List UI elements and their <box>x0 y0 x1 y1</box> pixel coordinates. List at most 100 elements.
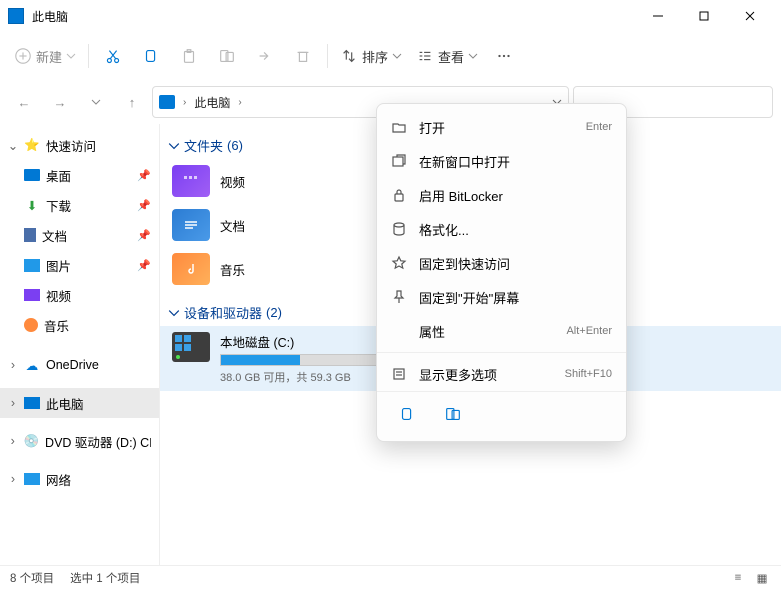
ctx-shortcut: Shift+F10 <box>565 368 612 380</box>
titlebar: 此电脑 <box>0 0 781 32</box>
new-button[interactable]: 新建 <box>8 38 82 74</box>
ctx-label: 固定到快速访问 <box>419 254 510 273</box>
ctx-label: 格式化... <box>419 220 469 239</box>
video-folder-icon <box>172 165 210 197</box>
more-button[interactable] <box>486 38 522 74</box>
pin-icon <box>391 289 407 305</box>
section-label: 文件夹 <box>184 136 223 155</box>
sidebar-item-documents[interactable]: 文档 📌 <box>0 220 159 250</box>
ctx-bitlocker[interactable]: 启用 BitLocker <box>377 178 626 212</box>
sort-button[interactable]: 排序 <box>334 38 408 74</box>
disc-icon: 💿 <box>23 433 39 449</box>
sidebar-network[interactable]: › 网络 <box>0 464 159 494</box>
status-item-count: 8 个项目 <box>10 570 54 586</box>
ctx-label: 打开 <box>419 118 445 137</box>
docs-folder-icon <box>172 209 210 241</box>
more-icon <box>391 366 407 382</box>
recent-button[interactable] <box>80 86 112 118</box>
sidebar-item-label: 网络 <box>46 470 71 489</box>
status-selected: 选中 1 个项目 <box>70 570 140 586</box>
ctx-label: 固定到"开始"屏幕 <box>419 288 519 307</box>
delete-button[interactable] <box>285 38 321 74</box>
open-icon <box>391 119 407 135</box>
sidebar-quick-access[interactable]: ⌄ ⭐ 快速访问 <box>0 130 159 160</box>
chevron-down-icon <box>168 140 180 152</box>
view-button[interactable]: 查看 <box>410 38 484 74</box>
sidebar-dvd[interactable]: › 💿 DVD 驱动器 (D:) CF <box>0 426 159 456</box>
view-label: 查看 <box>438 47 464 66</box>
minimize-button[interactable] <box>635 0 681 32</box>
back-button[interactable]: ← <box>8 86 40 118</box>
pin-icon: 📌 <box>137 259 151 272</box>
toolbar: 新建 排序 查看 <box>0 32 781 80</box>
paste-button[interactable] <box>171 38 207 74</box>
sidebar-thispc[interactable]: › 此电脑 <box>0 388 159 418</box>
pc-icon <box>159 95 175 109</box>
copy-button[interactable] <box>133 38 169 74</box>
drive-name: 本地磁盘 (C:) <box>220 332 380 351</box>
folder-label: 音乐 <box>220 260 245 279</box>
view-details-button[interactable]: ≡ <box>729 569 747 587</box>
sidebar: ⌄ ⭐ 快速访问 桌面 📌 ⬇ 下载 📌 文档 📌 图片 📌 <box>0 124 160 565</box>
sidebar-item-label: 图片 <box>46 256 71 275</box>
window-title: 此电脑 <box>32 8 635 25</box>
drive-free-text: 38.0 GB 可用，共 59.3 GB <box>220 369 380 385</box>
maximize-button[interactable] <box>681 0 727 32</box>
ctx-separator <box>377 352 626 353</box>
chevron-right-icon: › <box>8 472 18 486</box>
ctx-footer-paste[interactable] <box>437 398 469 430</box>
ctx-footer <box>377 391 626 435</box>
pin-icon: 📌 <box>137 199 151 212</box>
breadcrumb-root[interactable]: 此电脑 <box>194 94 230 111</box>
sort-label: 排序 <box>362 47 388 66</box>
sidebar-item-downloads[interactable]: ⬇ 下载 📌 <box>0 190 159 220</box>
ctx-shortcut: Enter <box>586 121 612 133</box>
section-count: (6) <box>227 138 243 153</box>
ctx-pin-quick[interactable]: 固定到快速访问 <box>377 246 626 280</box>
ctx-open[interactable]: 打开 Enter <box>377 110 626 144</box>
chevron-down-icon <box>168 307 180 319</box>
format-icon <box>391 221 407 237</box>
newwindow-icon <box>391 153 407 169</box>
desktop-icon <box>24 169 40 181</box>
context-menu: 打开 Enter 在新窗口中打开 启用 BitLocker 格式化... 固定到… <box>376 103 627 442</box>
sidebar-item-music[interactable]: 音乐 <box>0 310 159 340</box>
ctx-show-more[interactable]: 显示更多选项 Shift+F10 <box>377 357 626 391</box>
sidebar-onedrive[interactable]: › ☁ OneDrive <box>0 350 159 380</box>
sidebar-item-label: 快速访问 <box>46 136 96 155</box>
sidebar-item-label: DVD 驱动器 (D:) CF <box>45 432 151 451</box>
ctx-properties[interactable]: 属性 Alt+Enter <box>377 314 626 348</box>
properties-icon <box>391 323 407 339</box>
pin-icon: 📌 <box>137 169 151 182</box>
share-button[interactable] <box>247 38 283 74</box>
ctx-open-new-window[interactable]: 在新窗口中打开 <box>377 144 626 178</box>
star-icon: ⭐ <box>24 137 40 153</box>
sidebar-item-label: 视频 <box>46 286 71 305</box>
rename-button[interactable] <box>209 38 245 74</box>
folder-label: 文档 <box>220 216 245 235</box>
network-icon <box>24 473 40 485</box>
cloud-icon: ☁ <box>24 357 40 373</box>
lock-icon <box>391 187 407 203</box>
drive-usage-bar <box>220 354 380 366</box>
music-folder-icon <box>172 253 210 285</box>
new-label: 新建 <box>36 47 62 66</box>
up-button[interactable]: ↑ <box>116 86 148 118</box>
sidebar-item-desktop[interactable]: 桌面 📌 <box>0 160 159 190</box>
sidebar-item-videos[interactable]: 视频 <box>0 280 159 310</box>
video-icon <box>24 289 40 301</box>
pictures-icon <box>24 259 40 272</box>
statusbar: 8 个项目 选中 1 个项目 ≡ ▦ <box>0 565 781 589</box>
ctx-footer-copy[interactable] <box>391 398 423 430</box>
section-count: (2) <box>266 305 282 320</box>
view-tiles-button[interactable]: ▦ <box>753 569 771 587</box>
drive-icon <box>172 332 210 362</box>
chevron-right-icon: › <box>8 434 17 448</box>
cut-button[interactable] <box>95 38 131 74</box>
sidebar-item-pictures[interactable]: 图片 📌 <box>0 250 159 280</box>
close-button[interactable] <box>727 0 773 32</box>
ctx-format[interactable]: 格式化... <box>377 212 626 246</box>
ctx-pin-start[interactable]: 固定到"开始"屏幕 <box>377 280 626 314</box>
chevron-right-icon: › <box>8 358 18 372</box>
forward-button[interactable]: → <box>44 86 76 118</box>
